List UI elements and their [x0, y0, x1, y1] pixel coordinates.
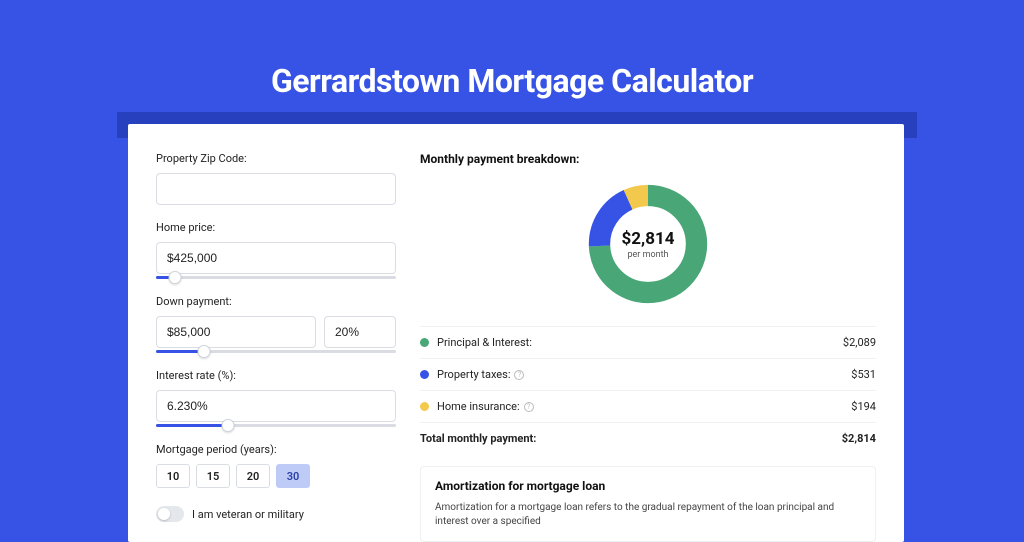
- legend-dot-taxes: [420, 370, 429, 379]
- interest-rate-slider[interactable]: [156, 424, 396, 427]
- veteran-toggle-row: I am veteran or military: [156, 506, 396, 522]
- veteran-toggle-label: I am veteran or military: [192, 508, 304, 521]
- donut-amount: $2,814: [622, 229, 675, 249]
- down-payment-label: Down payment:: [156, 295, 396, 308]
- info-icon[interactable]: ?: [514, 370, 524, 380]
- legend-label-total: Total monthly payment:: [420, 432, 842, 445]
- interest-rate-slider-thumb[interactable]: [222, 419, 235, 432]
- breakdown-title: Monthly payment breakdown:: [420, 152, 876, 166]
- legend-row-taxes: Property taxes: ? $531: [420, 358, 876, 390]
- down-payment-amount-input[interactable]: [156, 316, 316, 348]
- page-title: Gerrardstown Mortgage Calculator: [0, 0, 1024, 124]
- legend-dot-insurance: [420, 402, 429, 411]
- interest-rate-slider-fill: [156, 424, 228, 427]
- down-payment-slider[interactable]: [156, 350, 396, 353]
- amortization-box: Amortization for mortgage loan Amortizat…: [420, 466, 876, 542]
- legend-value-taxes: $531: [851, 368, 876, 381]
- legend-value-total: $2,814: [842, 432, 876, 445]
- legend-value-insurance: $194: [851, 400, 876, 413]
- legend-label-insurance: Home insurance: ?: [437, 400, 851, 413]
- field-home-price: Home price:: [156, 221, 396, 279]
- home-price-label: Home price:: [156, 221, 396, 234]
- down-payment-percent-input[interactable]: [324, 316, 396, 348]
- period-btn-10[interactable]: 10: [156, 464, 190, 488]
- legend-value-principal: $2,089: [843, 336, 876, 349]
- veteran-toggle[interactable]: [156, 506, 184, 522]
- form-panel: Property Zip Code: Home price: Down paym…: [156, 152, 396, 542]
- field-interest-rate: Interest rate (%):: [156, 369, 396, 427]
- field-down-payment: Down payment:: [156, 295, 396, 353]
- breakdown-panel: Monthly payment breakdown: $2,814 per mo…: [420, 152, 876, 542]
- amortization-text: Amortization for a mortgage loan refers …: [435, 501, 861, 529]
- info-icon[interactable]: ?: [524, 402, 534, 412]
- field-mortgage-period: Mortgage period (years): 10 15 20 30: [156, 443, 396, 488]
- period-btn-15[interactable]: 15: [196, 464, 230, 488]
- period-btn-20[interactable]: 20: [236, 464, 270, 488]
- mortgage-period-buttons: 10 15 20 30: [156, 464, 396, 488]
- donut-caption: per month: [627, 250, 668, 260]
- interest-rate-input[interactable]: [156, 390, 396, 422]
- mortgage-period-label: Mortgage period (years):: [156, 443, 396, 456]
- period-btn-30[interactable]: 30: [276, 464, 310, 488]
- donut-chart: $2,814 per month: [584, 180, 712, 308]
- legend-row-principal: Principal & Interest: $2,089: [420, 326, 876, 358]
- legend-row-total: Total monthly payment: $2,814: [420, 422, 876, 454]
- interest-rate-label: Interest rate (%):: [156, 369, 396, 382]
- home-price-input[interactable]: [156, 242, 396, 274]
- zip-input[interactable]: [156, 173, 396, 205]
- home-price-slider[interactable]: [156, 276, 396, 279]
- zip-label: Property Zip Code:: [156, 152, 396, 165]
- legend-dot-principal: [420, 338, 429, 347]
- legend-label-taxes: Property taxes: ?: [437, 368, 851, 381]
- amortization-title: Amortization for mortgage loan: [435, 479, 861, 493]
- home-price-slider-thumb[interactable]: [169, 271, 182, 284]
- legend-label-principal: Principal & Interest:: [437, 336, 843, 349]
- legend-row-insurance: Home insurance: ? $194: [420, 390, 876, 422]
- field-zip: Property Zip Code:: [156, 152, 396, 205]
- down-payment-slider-thumb[interactable]: [198, 345, 211, 358]
- donut-chart-wrap: $2,814 per month: [420, 180, 876, 308]
- calculator-card: Property Zip Code: Home price: Down paym…: [128, 124, 904, 542]
